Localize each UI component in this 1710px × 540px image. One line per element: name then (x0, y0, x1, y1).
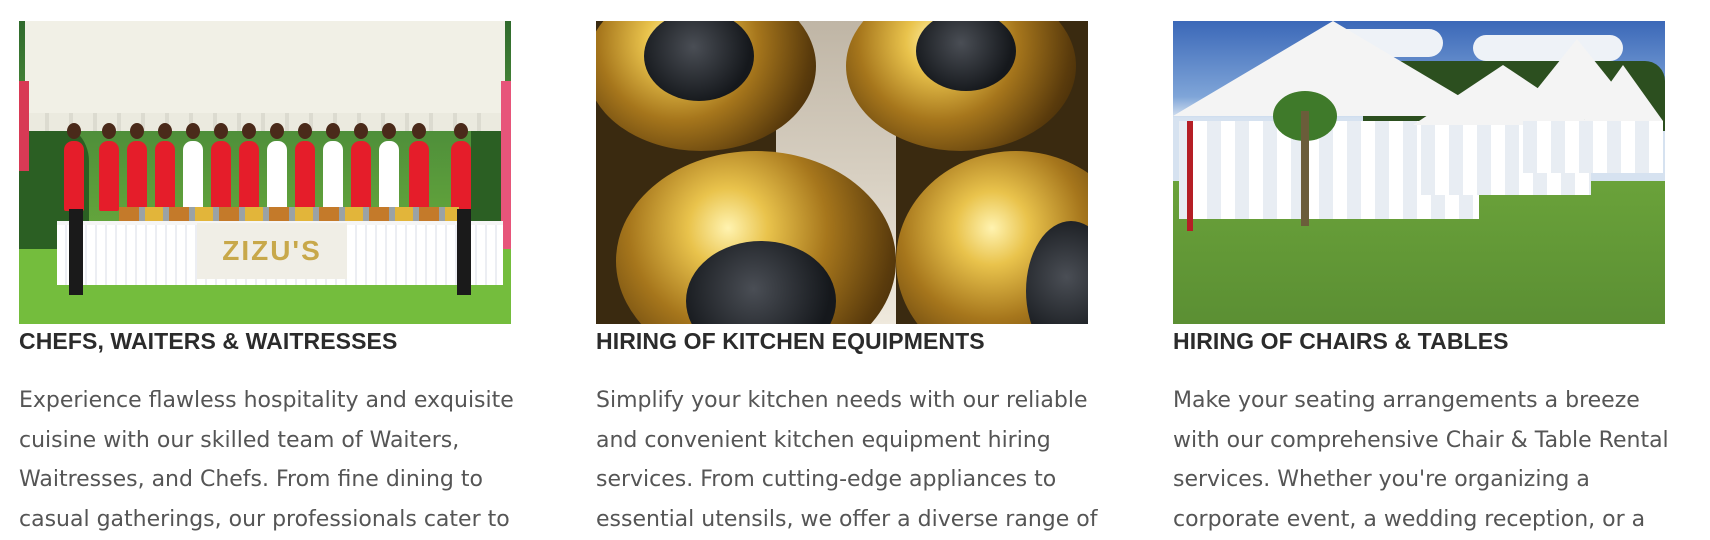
description-line: Simplify your kitchen needs with our rel… (596, 388, 1088, 413)
chafing-dish-photo (596, 21, 1088, 324)
service-card-chefs: ZIZU'S CHEFS, WAITERS & WAITRESSES Exper… (19, 21, 514, 532)
description-line: corporate event, a wedding reception, or… (1173, 506, 1646, 532)
card-title: CHEFS, WAITERS & WAITRESSES (19, 328, 398, 354)
description-line: services. Whether you're organizing a (1173, 467, 1590, 492)
marquee-tents-photo (1173, 21, 1665, 324)
service-card-chairs-tables: HIRING OF CHAIRS & TABLES Make your seat… (1173, 21, 1669, 532)
card-title: HIRING OF KITCHEN EQUIPMENTS (596, 328, 985, 354)
card-description: Make your seating arrangements a breeze … (1173, 381, 1693, 539)
catering-staff-photo: ZIZU'S (19, 21, 511, 324)
card-title: HIRING OF CHAIRS & TABLES (1173, 328, 1509, 354)
description-line: services. From cutting-edge appliances t… (596, 467, 1057, 492)
card-description: Experience flawless hospitality and exqu… (19, 381, 539, 539)
description-line: essential utensils, we offer a diverse r… (596, 506, 1098, 532)
description-line: casual gatherings, our professionals cat… (19, 506, 510, 532)
photo-banner-text: ZIZU'S (197, 223, 347, 279)
card-description: Simplify your kitchen needs with our rel… (596, 381, 1116, 539)
description-line: with our comprehensive Chair & Table Ren… (1173, 427, 1669, 453)
service-card-kitchen-equipment: HIRING OF KITCHEN EQUIPMENTS Simplify yo… (596, 21, 1097, 532)
description-line: and convenient kitchen equipment hiring (596, 427, 1051, 453)
description-line: Experience flawless hospitality and exqu… (19, 388, 514, 413)
description-line: Waitresses, and Chefs. From fine dining … (19, 467, 483, 492)
description-line: Make your seating arrangements a breeze (1173, 388, 1640, 413)
description-line: cuisine with our skilled team of Waiters… (19, 427, 460, 453)
